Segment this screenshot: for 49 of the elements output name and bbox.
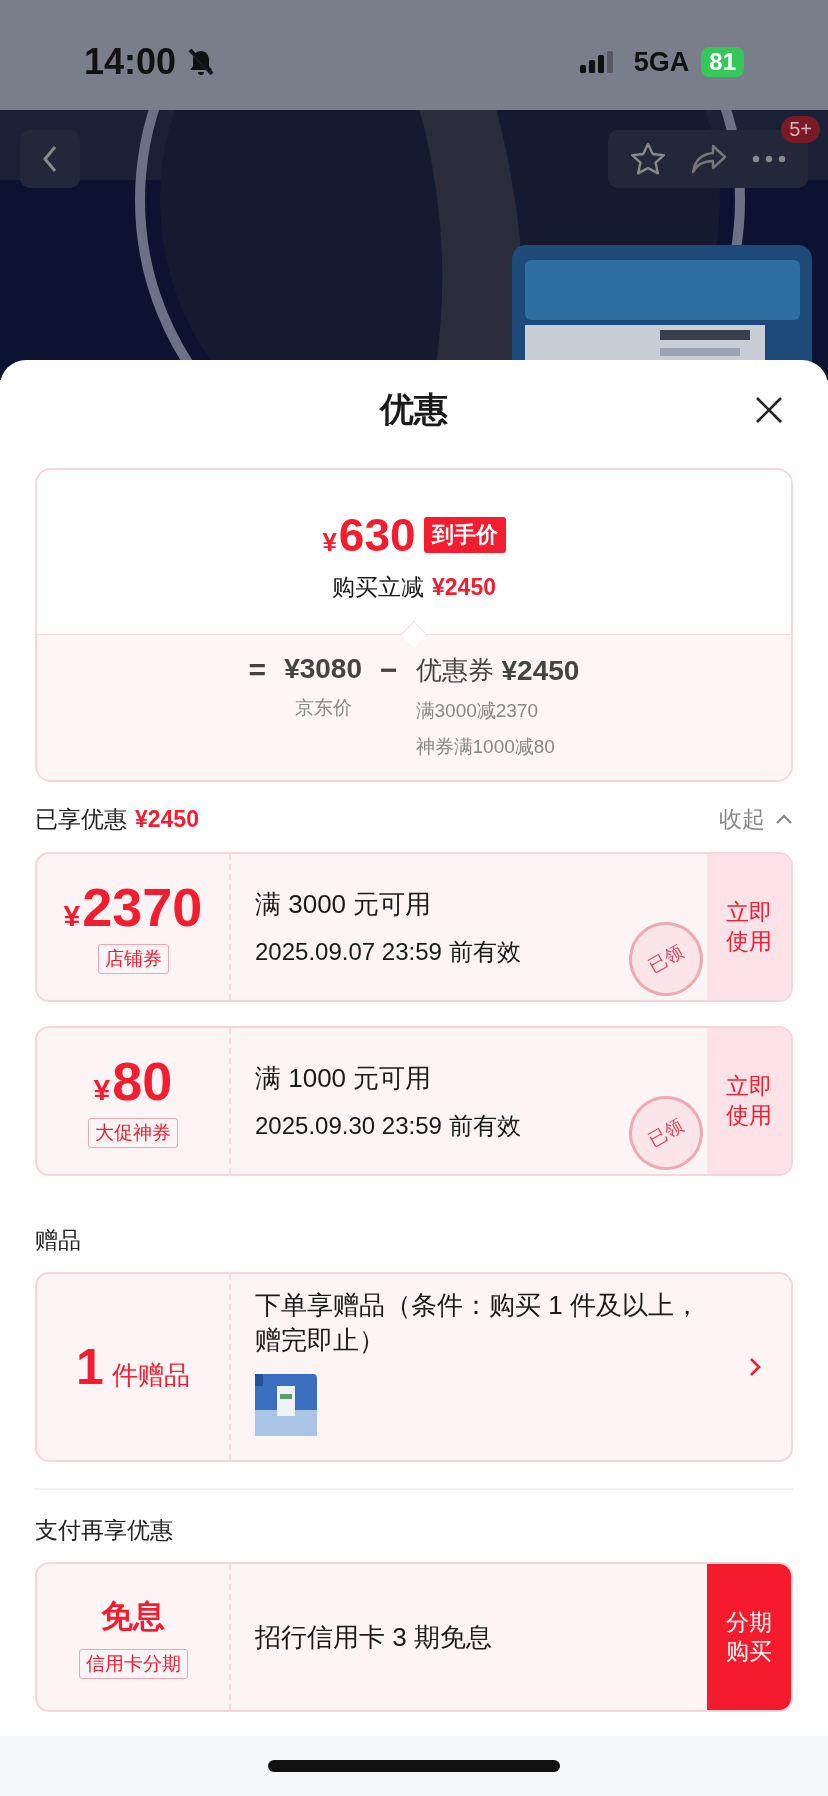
back-button[interactable] [20, 130, 80, 188]
collapse-toggle[interactable]: 收起 [719, 803, 793, 835]
battery-indicator: 81 [701, 47, 744, 77]
coupon-type-tag: 店铺券 [97, 944, 169, 974]
coupon-label: 优惠券 [415, 654, 494, 687]
signal-icon [579, 51, 614, 73]
coupon-condition: 满 1000 元可用 [255, 1061, 432, 1095]
gift-card[interactable]: 1 件赠品 下单享赠品（条件：购买 1 件及以上，赠完即止） [35, 1272, 793, 1462]
network-label: 5GA [633, 46, 690, 78]
coupon-amount: ¥80 [93, 1054, 173, 1108]
coupon-total: ¥2450 [501, 654, 580, 687]
list-price-label: 京东价 [293, 696, 353, 720]
discount-amount: ¥2450 [432, 573, 496, 601]
muted-bell-icon [188, 48, 215, 76]
chevron-right-icon [749, 1357, 761, 1377]
gift-description: 下单享赠品（条件：购买 1 件及以上，赠完即止） [255, 1289, 701, 1358]
coupon-detail: 神券满1000减80 [415, 735, 556, 759]
coupon-amount: ¥2370 [63, 880, 203, 934]
use-now-button[interactable]: 立即使用 [707, 854, 791, 1000]
offer-description: 招行信用卡 3 期免息 [255, 1620, 492, 1654]
close-icon[interactable] [755, 396, 783, 424]
caret-up-icon [775, 813, 793, 825]
section-title: 已享优惠 [35, 804, 127, 834]
equals-sign: = [248, 653, 267, 687]
section-title: 赠品 [35, 1225, 82, 1255]
final-price: ¥630 [322, 507, 416, 562]
coupon-condition: 满 3000 元可用 [255, 887, 432, 921]
minus-sign: − [380, 653, 398, 687]
coupon-type-tag: 大促神券 [88, 1118, 178, 1148]
section-amount: ¥2450 [135, 805, 199, 833]
discount-label: 购买立减 [332, 572, 424, 602]
share-icon[interactable] [691, 144, 727, 174]
coupon-validity: 2025.09.07 23:59 前有效 [255, 936, 521, 967]
clock-time: 14:00 [84, 41, 177, 83]
section-title: 支付再享优惠 [35, 1515, 174, 1545]
back-icon [41, 144, 59, 174]
more-icon[interactable] [751, 155, 786, 163]
price-tag: 到手价 [423, 516, 506, 553]
installment-button[interactable]: 分期购买 [707, 1564, 791, 1710]
offer-tag: 信用卡分期 [78, 1649, 188, 1679]
list-price: ¥3080 [284, 653, 362, 685]
offer-title: 免息 [101, 1597, 165, 1636]
coupon-validity: 2025.09.30 23:59 前有效 [255, 1110, 521, 1141]
coupon-detail: 满3000减2370 [415, 699, 540, 723]
use-now-button[interactable]: 立即使用 [707, 1028, 791, 1174]
gift-count-label: 件赠品 [111, 1359, 190, 1392]
gift-count: 1 [76, 1338, 104, 1396]
star-icon[interactable] [630, 142, 667, 176]
sheet-title: 优惠 [380, 389, 448, 430]
